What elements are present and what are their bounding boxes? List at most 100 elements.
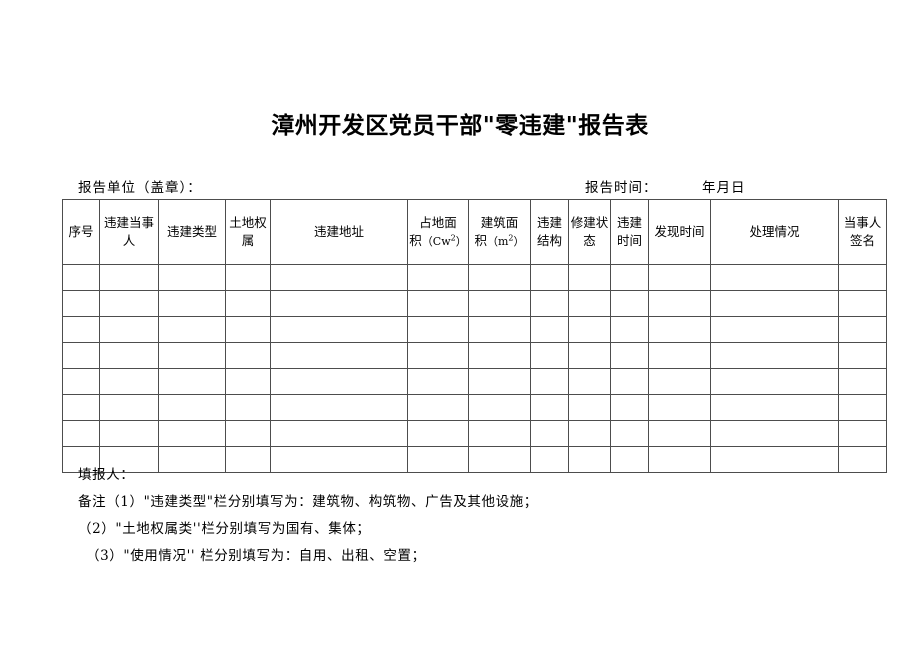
table-cell-violation_type[interactable] — [158, 420, 226, 447]
table-cell-build_state[interactable] — [568, 290, 611, 317]
col-header-land-title: 土地权属 — [225, 199, 271, 265]
table-cell-land_title[interactable] — [225, 264, 271, 291]
table-cell-land_title[interactable] — [225, 316, 271, 343]
table-cell-seq[interactable] — [62, 368, 100, 395]
table-cell-signature[interactable] — [838, 316, 887, 343]
table-cell-build_state[interactable] — [568, 368, 611, 395]
table-cell-address[interactable] — [270, 368, 408, 395]
table-cell-address[interactable] — [270, 290, 408, 317]
table-cell-land_area[interactable] — [407, 420, 469, 447]
table-cell-seq[interactable] — [62, 290, 100, 317]
table-cell-structure[interactable] — [530, 264, 569, 291]
table-cell-build_time[interactable] — [610, 264, 649, 291]
table-cell-handling[interactable] — [710, 420, 839, 447]
table-cell-seq[interactable] — [62, 316, 100, 343]
table-cell-violation_type[interactable] — [158, 290, 226, 317]
col-header-floor-area: 建筑面 积（m2） — [468, 199, 531, 265]
table-cell-floor_area[interactable] — [468, 290, 531, 317]
table-cell-structure[interactable] — [530, 290, 569, 317]
table-cell-floor_area[interactable] — [468, 394, 531, 421]
table-cell-structure[interactable] — [530, 394, 569, 421]
table-cell-found_time[interactable] — [648, 316, 711, 343]
table-cell-floor_area[interactable] — [468, 342, 531, 369]
table-cell-structure[interactable] — [530, 316, 569, 343]
table-cell-structure[interactable] — [530, 342, 569, 369]
table-cell-handling[interactable] — [710, 368, 839, 395]
table-cell-address[interactable] — [270, 394, 408, 421]
table-cell-violation_type[interactable] — [158, 316, 226, 343]
table-cell-handling[interactable] — [710, 290, 839, 317]
table-cell-floor_area[interactable] — [468, 316, 531, 343]
table-cell-handling[interactable] — [710, 342, 839, 369]
table-cell-handling[interactable] — [710, 316, 839, 343]
table-cell-land_area[interactable] — [407, 290, 469, 317]
table-cell-handling[interactable] — [710, 264, 839, 291]
table-cell-found_time[interactable] — [648, 394, 711, 421]
table-cell-build_time[interactable] — [610, 290, 649, 317]
table-cell-land_title[interactable] — [225, 368, 271, 395]
table-cell-land_title[interactable] — [225, 420, 271, 447]
table-cell-signature[interactable] — [838, 342, 887, 369]
table-cell-violation_type[interactable] — [158, 264, 226, 291]
table-cell-violation_type[interactable] — [158, 394, 226, 421]
col-header-address: 违建地址 — [270, 199, 408, 265]
table-cell-violation_type[interactable] — [158, 342, 226, 369]
table-cell-party[interactable] — [99, 342, 159, 369]
table-cell-signature[interactable] — [838, 290, 887, 317]
col-header-structure: 违建结构 — [530, 199, 569, 265]
table-cell-found_time[interactable] — [648, 420, 711, 447]
table-cell-found_time[interactable] — [648, 342, 711, 369]
table-cell-seq[interactable] — [62, 420, 100, 447]
table-cell-seq[interactable] — [62, 342, 100, 369]
table-cell-party[interactable] — [99, 290, 159, 317]
table-cell-build_state[interactable] — [568, 264, 611, 291]
table-cell-floor_area[interactable] — [468, 264, 531, 291]
table-cell-land_area[interactable] — [407, 394, 469, 421]
table-cell-build_time[interactable] — [610, 394, 649, 421]
table-cell-address[interactable] — [270, 342, 408, 369]
table-cell-land_title[interactable] — [225, 342, 271, 369]
table-cell-build_state[interactable] — [568, 342, 611, 369]
table-cell-seq[interactable] — [62, 264, 100, 291]
table-cell-build_state[interactable] — [568, 394, 611, 421]
table-cell-found_time[interactable] — [648, 368, 711, 395]
table-row — [62, 420, 887, 447]
table-cell-signature[interactable] — [838, 420, 887, 447]
footer-notes: 填报人： 备注（1）"违建类型"栏分别填写为：建筑物、构筑物、广告及其他设施； … — [62, 462, 886, 570]
table-cell-land_area[interactable] — [407, 316, 469, 343]
table-cell-seq[interactable] — [62, 394, 100, 421]
table-cell-structure[interactable] — [530, 368, 569, 395]
table-cell-signature[interactable] — [838, 264, 887, 291]
table-cell-violation_type[interactable] — [158, 368, 226, 395]
table-cell-build_time[interactable] — [610, 368, 649, 395]
report-unit-label: 报告单位（盖章）： — [78, 180, 202, 196]
table-cell-address[interactable] — [270, 420, 408, 447]
table-cell-land_area[interactable] — [407, 342, 469, 369]
table-row — [62, 368, 887, 395]
table-cell-party[interactable] — [99, 394, 159, 421]
table-cell-build_time[interactable] — [610, 316, 649, 343]
table-cell-land_area[interactable] — [407, 264, 469, 291]
table-cell-floor_area[interactable] — [468, 420, 531, 447]
col-header-seq: 序号 — [62, 199, 100, 265]
table-cell-party[interactable] — [99, 316, 159, 343]
table-cell-signature[interactable] — [838, 368, 887, 395]
table-cell-build_state[interactable] — [568, 316, 611, 343]
table-cell-party[interactable] — [99, 420, 159, 447]
table-cell-build_state[interactable] — [568, 420, 611, 447]
table-cell-handling[interactable] — [710, 394, 839, 421]
table-cell-land_title[interactable] — [225, 290, 271, 317]
table-cell-party[interactable] — [99, 368, 159, 395]
table-cell-found_time[interactable] — [648, 290, 711, 317]
table-cell-structure[interactable] — [530, 420, 569, 447]
table-cell-address[interactable] — [270, 264, 408, 291]
table-cell-build_time[interactable] — [610, 342, 649, 369]
table-cell-found_time[interactable] — [648, 264, 711, 291]
table-cell-signature[interactable] — [838, 394, 887, 421]
table-cell-address[interactable] — [270, 316, 408, 343]
table-cell-land_area[interactable] — [407, 368, 469, 395]
table-cell-party[interactable] — [99, 264, 159, 291]
table-cell-floor_area[interactable] — [468, 368, 531, 395]
table-cell-build_time[interactable] — [610, 420, 649, 447]
table-cell-land_title[interactable] — [225, 394, 271, 421]
